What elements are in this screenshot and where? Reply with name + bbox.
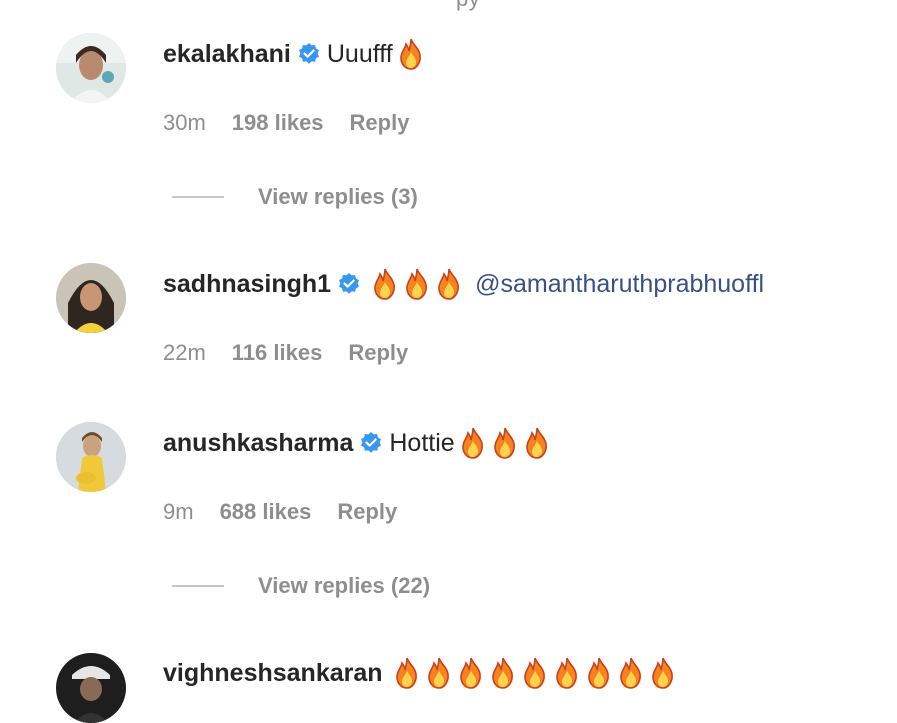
avatar[interactable] xyxy=(56,422,126,492)
comment-username[interactable]: ekalakhani xyxy=(163,40,291,69)
avatar-photo xyxy=(56,263,126,333)
likes-count[interactable]: 116 likes xyxy=(232,340,323,366)
clipped-header-text: py xyxy=(456,0,480,12)
avatar[interactable] xyxy=(56,263,126,333)
fire-emoji-icon xyxy=(435,268,463,300)
fire-emoji-group xyxy=(459,427,555,459)
replies-divider xyxy=(172,585,224,587)
replies-divider xyxy=(172,196,224,198)
fire-emoji-icon xyxy=(397,38,425,70)
avatar-photo xyxy=(56,33,126,103)
fire-emoji-icon xyxy=(371,268,399,300)
comment-username[interactable]: anushkasharma xyxy=(163,429,353,458)
reply-button[interactable]: Reply xyxy=(348,340,408,366)
fire-emoji-group xyxy=(371,268,467,300)
avatar[interactable] xyxy=(56,653,126,723)
fire-emoji-icon xyxy=(489,657,517,689)
fire-emoji-icon xyxy=(585,657,613,689)
view-replies-label[interactable]: View replies (3) xyxy=(258,184,418,210)
verified-badge-icon xyxy=(297,42,321,66)
fire-emoji-icon xyxy=(491,427,519,459)
fire-emoji-icon xyxy=(521,657,549,689)
fire-emoji-icon xyxy=(425,657,453,689)
comment-text: Uuufff xyxy=(326,39,393,68)
avatar-photo xyxy=(56,422,126,492)
fire-emoji-icon xyxy=(403,268,431,300)
fire-emoji-group xyxy=(393,657,681,689)
fire-emoji-icon xyxy=(459,427,487,459)
comment-text: Hottie xyxy=(389,428,455,457)
avatar-photo xyxy=(56,653,126,723)
fire-emoji-icon xyxy=(393,657,421,689)
view-replies-button[interactable]: View replies (22) xyxy=(172,573,430,599)
likes-count[interactable]: 688 likes xyxy=(220,499,312,525)
fire-emoji-icon xyxy=(523,427,551,459)
fire-emoji-icon xyxy=(617,657,645,689)
fire-emoji-icon xyxy=(649,657,677,689)
fire-emoji-icon xyxy=(553,657,581,689)
verified-badge-icon xyxy=(337,272,361,296)
reply-button[interactable]: Reply xyxy=(350,110,410,136)
view-replies-button[interactable]: View replies (3) xyxy=(172,184,418,210)
verified-badge-icon xyxy=(359,431,383,455)
comment-time: 9m xyxy=(163,499,194,524)
comment-username[interactable]: vighneshsankaran xyxy=(163,659,383,688)
mention-link[interactable]: @samantharuthprabhuoffl xyxy=(475,270,764,299)
fire-emoji-group xyxy=(397,38,429,70)
fire-emoji-icon xyxy=(457,657,485,689)
comment-time: 22m xyxy=(163,340,206,365)
comment-time: 30m xyxy=(163,110,206,135)
comment-username[interactable]: sadhnasingh1 xyxy=(163,270,331,299)
reply-button[interactable]: Reply xyxy=(337,499,397,525)
likes-count[interactable]: 198 likes xyxy=(232,110,324,136)
view-replies-label[interactable]: View replies (22) xyxy=(258,573,430,599)
avatar[interactable] xyxy=(56,33,126,103)
